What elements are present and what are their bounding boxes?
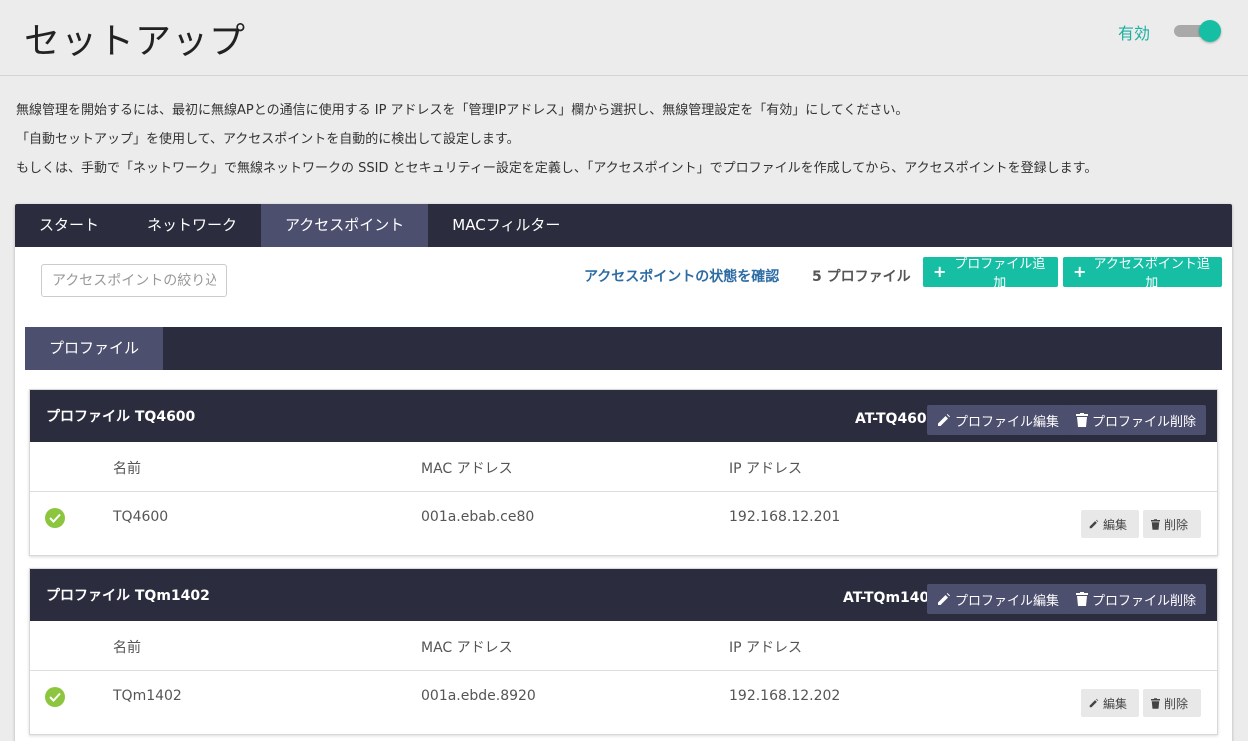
ap-ip: 192.168.12.201 bbox=[729, 509, 841, 525]
profile-edit-button[interactable]: プロファイル編集 bbox=[927, 405, 1070, 435]
column-ip: IP アドレス bbox=[729, 461, 803, 477]
pencil-icon bbox=[1089, 698, 1099, 708]
ap-mac: 001a.ebde.8920 bbox=[421, 688, 536, 704]
ap-edit-label: 編集 bbox=[1103, 696, 1128, 711]
profile-delete-button[interactable]: プロファイル削除 bbox=[1066, 405, 1207, 435]
subtab-profile[interactable]: プロファイル bbox=[25, 327, 164, 370]
ap-mac: 001a.ebab.ce80 bbox=[421, 509, 535, 525]
pencil-icon bbox=[938, 414, 950, 426]
status-ok-icon bbox=[45, 687, 65, 707]
add-profile-label: プロファイル追加 bbox=[954, 257, 1046, 291]
trash-icon bbox=[1151, 518, 1160, 530]
trash-icon bbox=[1076, 592, 1088, 606]
main-panel: スタート ネットワーク アクセスポイント MACフィルター アクセスポイントの状… bbox=[15, 204, 1232, 741]
plus-icon: + bbox=[933, 262, 947, 281]
wireless-enable-toggle[interactable] bbox=[1174, 20, 1222, 42]
ap-edit-label: 編集 bbox=[1103, 517, 1128, 532]
intro-line-1: 無線管理を開始するには、最初に無線APとの通信に使用する IP アドレスを「管理… bbox=[16, 103, 909, 118]
intro-line-2: 「自動セットアップ」を使用して、アクセスポイントを自動的に検出して設定します。 bbox=[16, 132, 520, 147]
profile-card: プロファイル TQ4600 AT-TQ4600 プロファイル編集 プロファイル削… bbox=[29, 389, 1218, 556]
column-mac: MAC アドレス bbox=[421, 461, 513, 477]
tab-start[interactable]: スタート bbox=[15, 204, 123, 247]
add-ap-label: アクセスポイント追加 bbox=[1093, 257, 1210, 291]
page-header: セットアップ 有効 bbox=[0, 0, 1248, 76]
column-ip: IP アドレス bbox=[729, 640, 803, 656]
ap-delete-button[interactable]: 削除 bbox=[1143, 689, 1201, 717]
tab-bar: スタート ネットワーク アクセスポイント MACフィルター bbox=[15, 204, 1232, 247]
table-header-row: 名前 MAC アドレス IP アドレス bbox=[30, 442, 1217, 492]
pencil-icon bbox=[1089, 519, 1099, 529]
pencil-icon bbox=[938, 593, 950, 605]
ap-edit-button[interactable]: 編集 bbox=[1081, 689, 1139, 717]
tab-access-point[interactable]: アクセスポイント bbox=[261, 204, 429, 247]
column-mac: MAC アドレス bbox=[421, 640, 513, 656]
ap-name: TQm1402 bbox=[113, 688, 182, 704]
ap-delete-label: 削除 bbox=[1164, 517, 1189, 532]
intro-line-3: もしくは、手動で「ネットワーク」で無線ネットワークの SSID とセキュリティー… bbox=[16, 161, 1098, 176]
ap-filter-input[interactable] bbox=[41, 264, 227, 297]
ap-ip: 192.168.12.202 bbox=[729, 688, 841, 704]
intro-text: 無線管理を開始するには、最初に無線APとの通信に使用する IP アドレスを「管理… bbox=[16, 96, 1236, 183]
profile-title: プロファイル TQm1402 bbox=[46, 588, 210, 604]
profile-count: 5 プロファイル bbox=[812, 269, 911, 285]
column-name: 名前 bbox=[113, 640, 141, 656]
trash-icon bbox=[1151, 697, 1160, 709]
ap-delete-label: 削除 bbox=[1164, 696, 1189, 711]
profile-card-header: プロファイル TQ4600 AT-TQ4600 プロファイル編集 プロファイル削… bbox=[30, 390, 1217, 442]
tab-mac-filter[interactable]: MACフィルター bbox=[428, 204, 584, 247]
subtab-bar: プロファイル bbox=[25, 327, 1222, 370]
profile-delete-label: プロファイル削除 bbox=[1092, 593, 1197, 609]
profile-edit-label: プロファイル編集 bbox=[955, 593, 1060, 609]
profile-delete-button[interactable]: プロファイル削除 bbox=[1066, 584, 1207, 614]
status-ok-icon bbox=[45, 508, 65, 528]
profile-title: プロファイル TQ4600 bbox=[46, 409, 196, 425]
profile-model: AT-TQ4600 bbox=[855, 411, 937, 427]
profile-model: AT-TQm1402 bbox=[843, 590, 939, 606]
add-access-point-button[interactable]: + アクセスポイント追加 bbox=[1063, 257, 1222, 291]
profile-edit-button[interactable]: プロファイル編集 bbox=[927, 584, 1070, 614]
page-title: セットアップ bbox=[24, 21, 247, 62]
profile-card: プロファイル TQm1402 AT-TQm1402 プロファイル編集 プロファイ… bbox=[29, 568, 1218, 735]
trash-icon bbox=[1076, 413, 1088, 427]
profile-edit-label: プロファイル編集 bbox=[955, 414, 1060, 430]
table-row: TQm1402 001a.ebde.8920 192.168.12.202 編集… bbox=[30, 671, 1217, 734]
ap-delete-button[interactable]: 削除 bbox=[1143, 510, 1201, 538]
table-row: TQ4600 001a.ebab.ce80 192.168.12.201 編集 … bbox=[30, 492, 1217, 555]
column-name: 名前 bbox=[113, 461, 141, 477]
table-header-row: 名前 MAC アドレス IP アドレス bbox=[30, 621, 1217, 671]
ap-edit-button[interactable]: 編集 bbox=[1081, 510, 1139, 538]
ap-status-link[interactable]: アクセスポイントの状態を確認 bbox=[584, 266, 779, 286]
add-profile-button[interactable]: + プロファイル追加 bbox=[923, 257, 1058, 291]
toggle-knob bbox=[1199, 20, 1221, 42]
ap-name: TQ4600 bbox=[113, 509, 169, 525]
plus-icon: + bbox=[1073, 262, 1087, 281]
tab-network[interactable]: ネットワーク bbox=[123, 204, 261, 247]
enable-label: 有効 bbox=[1118, 24, 1151, 43]
profile-card-header: プロファイル TQm1402 AT-TQm1402 プロファイル編集 プロファイ… bbox=[30, 569, 1217, 621]
profile-delete-label: プロファイル削除 bbox=[1092, 414, 1197, 430]
